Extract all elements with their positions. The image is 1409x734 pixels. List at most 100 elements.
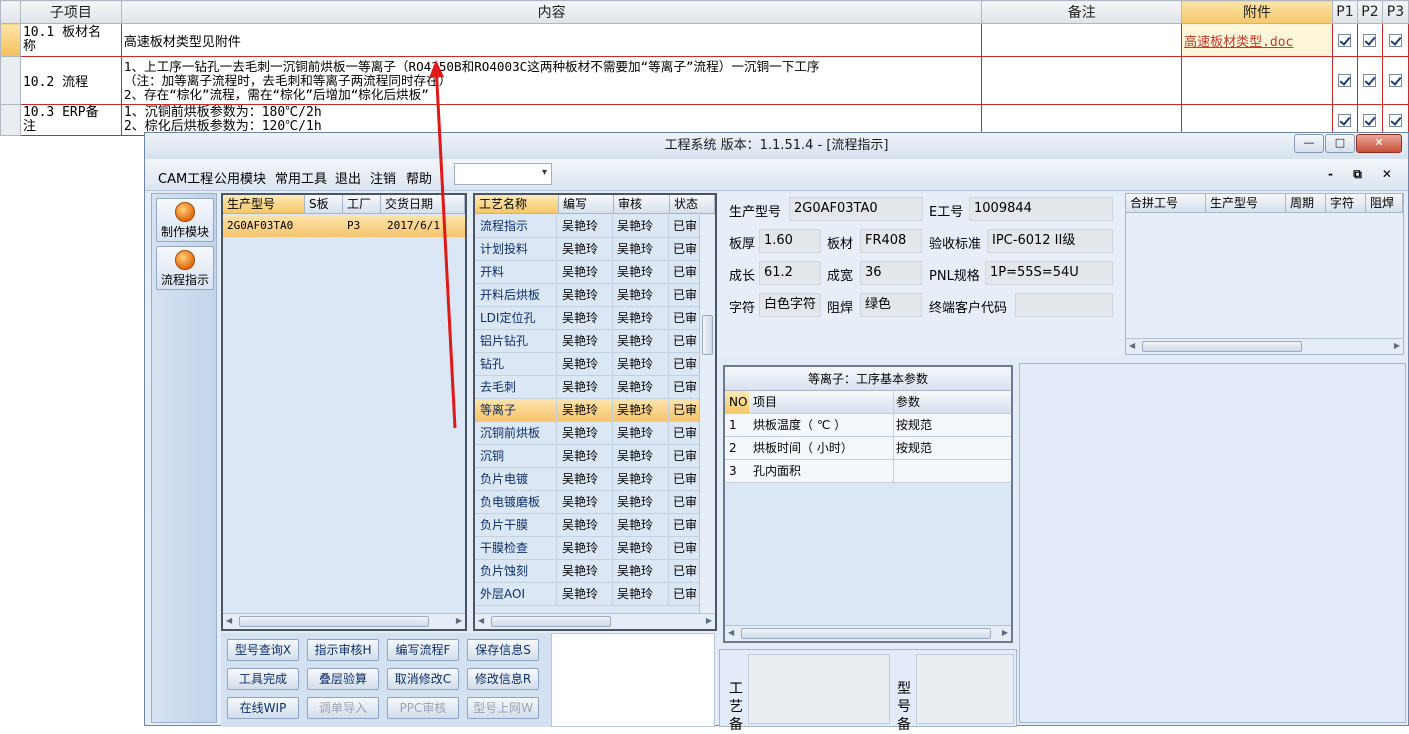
process-row[interactable]: 去毛刺 吴艳玲 吴艳玲 已审 <box>475 376 699 399</box>
p3-checkbox[interactable] <box>1388 113 1402 127</box>
process-row[interactable]: 开料 吴艳玲 吴艳玲 已审 <box>475 261 699 284</box>
content-cell[interactable]: 1、上工序一钻孔一去毛刺一沉铜前烘板一等离子（RO4350B和RO4003C这两… <box>120 56 983 105</box>
p2-checkbox[interactable] <box>1363 33 1377 47</box>
import-order-button[interactable]: 调单导入 <box>307 697 379 719</box>
process-row[interactable]: 负片电镀 吴艳玲 吴艳玲 已审 <box>475 468 699 491</box>
close-button[interactable]: ✕ <box>1356 134 1402 153</box>
query-model-button[interactable]: 型号查询X <box>227 639 299 661</box>
p2-checkbox[interactable] <box>1363 74 1377 87</box>
subitem-cell[interactable]: 10.1 板材名称 <box>19 23 122 57</box>
params-row[interactable]: 3 孔内面积 <box>725 460 1011 483</box>
process-vscroll[interactable] <box>699 215 715 613</box>
sheet-row[interactable]: 10.1 板材名称 高速板材类型见附件 高速板材类型.doc <box>0 23 1409 57</box>
col-header-silkscreen[interactable]: 字符 <box>1326 194 1366 213</box>
tool-complete-button[interactable]: 工具完成 <box>227 668 299 690</box>
scroll-left-icon[interactable]: ◀ <box>478 616 484 625</box>
param-value[interactable]: 按规范 <box>893 414 932 436</box>
menu-help[interactable]: 帮助 <box>406 168 432 187</box>
eno-field[interactable]: 1009844 <box>969 197 1113 221</box>
material-field[interactable]: FR408 <box>860 229 922 253</box>
param-value[interactable]: 按规范 <box>893 437 932 459</box>
nav-production-module[interactable]: 制作模块 <box>156 198 214 242</box>
process-hscroll[interactable]: ◀ ▶ <box>475 613 715 629</box>
p2-cell[interactable] <box>1356 56 1383 105</box>
col-header-factory[interactable]: 工厂 <box>343 195 381 214</box>
col-header-item[interactable]: 项目 <box>753 391 893 413</box>
p1-cell[interactable] <box>1331 56 1358 105</box>
col-header-soldermask[interactable]: 阻焊 <box>1366 194 1403 213</box>
scroll-right-icon[interactable]: ▶ <box>1002 628 1008 637</box>
process-row[interactable]: 沉铜 吴艳玲 吴艳玲 已审 <box>475 445 699 468</box>
params-hscroll[interactable]: ◀ ▶ <box>725 625 1011 641</box>
menu-logout[interactable]: 注销 <box>370 168 396 187</box>
col-header-p2[interactable]: P2 <box>1356 0 1383 24</box>
process-row[interactable]: 负片蚀刻 吴艳玲 吴艳玲 已审 <box>475 560 699 583</box>
col-header-model[interactable]: 生产型号 <box>223 195 305 214</box>
remark-cell[interactable] <box>981 104 1183 136</box>
attachment-cell[interactable]: 高速板材类型.doc <box>1181 23 1333 57</box>
menu-common-tools[interactable]: 常用工具 <box>275 168 327 187</box>
process-row[interactable]: 开料后烘板 吴艳玲 吴艳玲 已审 <box>475 284 699 307</box>
menu-exit[interactable]: 退出 <box>335 168 361 187</box>
process-row[interactable]: 负片干膜 吴艳玲 吴艳玲 已审 <box>475 514 699 537</box>
process-row[interactable]: 铝片钻孔 吴艳玲 吴艳玲 已审 <box>475 330 699 353</box>
col-header-value[interactable]: 参数 <box>893 391 920 413</box>
review-instruction-button[interactable]: 指示审核H <box>307 639 379 661</box>
publish-model-button[interactable]: 型号上网W <box>467 697 539 719</box>
merge-hscroll[interactable]: ◀ ▶ <box>1126 338 1403 354</box>
col-header-content[interactable]: 内容 <box>120 0 983 24</box>
sheet-row[interactable]: 10.2 流程 1、上工序一钻孔一去毛刺一沉铜前烘板一等离子（RO4350B和R… <box>0 56 1409 105</box>
product-hscroll[interactable]: ◀ ▶ <box>223 613 465 629</box>
scroll-thumb[interactable] <box>741 628 991 639</box>
col-header-no[interactable]: NO <box>725 391 749 413</box>
col-header-p3[interactable]: P3 <box>1381 0 1409 24</box>
col-header-p1[interactable]: P1 <box>1331 0 1358 24</box>
process-row[interactable]: 负电镀磨板 吴艳玲 吴艳玲 已审 <box>475 491 699 514</box>
p2-cell[interactable] <box>1356 104 1383 136</box>
subitem-cell[interactable]: 10.3 ERP备注 <box>19 104 122 136</box>
col-header-delivery-date[interactable]: 交货日期 <box>381 195 465 214</box>
p3-checkbox[interactable] <box>1388 33 1402 47</box>
process-row[interactable]: 计划投料 吴艳玲 吴艳玲 已审 <box>475 238 699 261</box>
process-row[interactable]: 等离子 吴艳玲 吴艳玲 已审 <box>475 399 699 422</box>
params-row[interactable]: 2 烘板时间（ 小时） 按规范 <box>725 437 1011 460</box>
ppc-review-button[interactable]: PPC审核 <box>387 697 459 719</box>
col-header-merge-no[interactable]: 合拼工号 <box>1126 194 1206 213</box>
process-row[interactable]: 钻孔 吴艳玲 吴艳玲 已审 <box>475 353 699 376</box>
pnl-field[interactable]: 1P=55S=54U <box>985 261 1113 285</box>
col-header-cycle[interactable]: 周期 <box>1286 194 1326 213</box>
col-header-remark[interactable]: 备注 <box>981 0 1183 24</box>
p1-checkbox[interactable] <box>1338 113 1352 127</box>
process-row[interactable]: 外层AOI 吴艳玲 吴艳玲 已审 <box>475 583 699 606</box>
p1-cell[interactable] <box>1331 104 1358 136</box>
col-header-merge-model[interactable]: 生产型号 <box>1206 194 1286 213</box>
p3-checkbox[interactable] <box>1388 74 1402 87</box>
remark-cell[interactable] <box>981 56 1183 105</box>
scroll-right-icon[interactable]: ▶ <box>456 616 462 625</box>
cancel-edit-button[interactable]: 取消修改C <box>387 668 459 690</box>
edit-flow-button[interactable]: 编写流程F <box>387 639 459 661</box>
param-value[interactable] <box>893 460 1011 482</box>
row-indicator[interactable] <box>0 23 21 57</box>
process-row[interactable]: 沉铜前烘板 吴艳玲 吴艳玲 已审 <box>475 422 699 445</box>
menu-cam[interactable]: CAM工程 <box>158 168 213 187</box>
params-row[interactable]: 1 烘板温度（ ℃ ） 按规范 <box>725 414 1011 437</box>
model-remark-field[interactable] <box>916 654 1014 724</box>
title-bar[interactable]: 工程系统 版本：1.1.51.4 - [流程指示] — □ ✕ <box>145 133 1408 159</box>
p1-checkbox[interactable] <box>1338 74 1352 87</box>
col-header-process-name[interactable]: 工艺名称 <box>475 195 559 214</box>
stackup-check-button[interactable]: 叠层验算 <box>307 668 379 690</box>
p3-cell[interactable] <box>1381 23 1409 57</box>
mdi-controls[interactable]: - ⧉ ✕ <box>1328 167 1400 182</box>
content-cell[interactable]: 1、沉铜前烘板参数为：180℃/2h 2、棕化后烘板参数为：120℃/1h <box>120 104 983 136</box>
online-wip-button[interactable]: 在线WIP <box>227 697 299 719</box>
menu-common-module[interactable]: 公用模块 <box>214 168 266 187</box>
soldermask-field[interactable]: 绿色 <box>860 293 922 317</box>
col-header-attachment[interactable]: 附件 <box>1181 0 1333 24</box>
scroll-left-icon[interactable]: ◀ <box>1129 341 1135 350</box>
row-indicator[interactable] <box>0 56 21 105</box>
silkscreen-field[interactable]: 白色字符 <box>759 293 821 317</box>
minimize-button[interactable]: — <box>1294 134 1324 153</box>
process-row[interactable]: LDI定位孔 吴艳玲 吴艳玲 已审 <box>475 307 699 330</box>
product-row[interactable]: 2G0AF03TA0 P3 2017/6/1 <box>223 215 465 237</box>
